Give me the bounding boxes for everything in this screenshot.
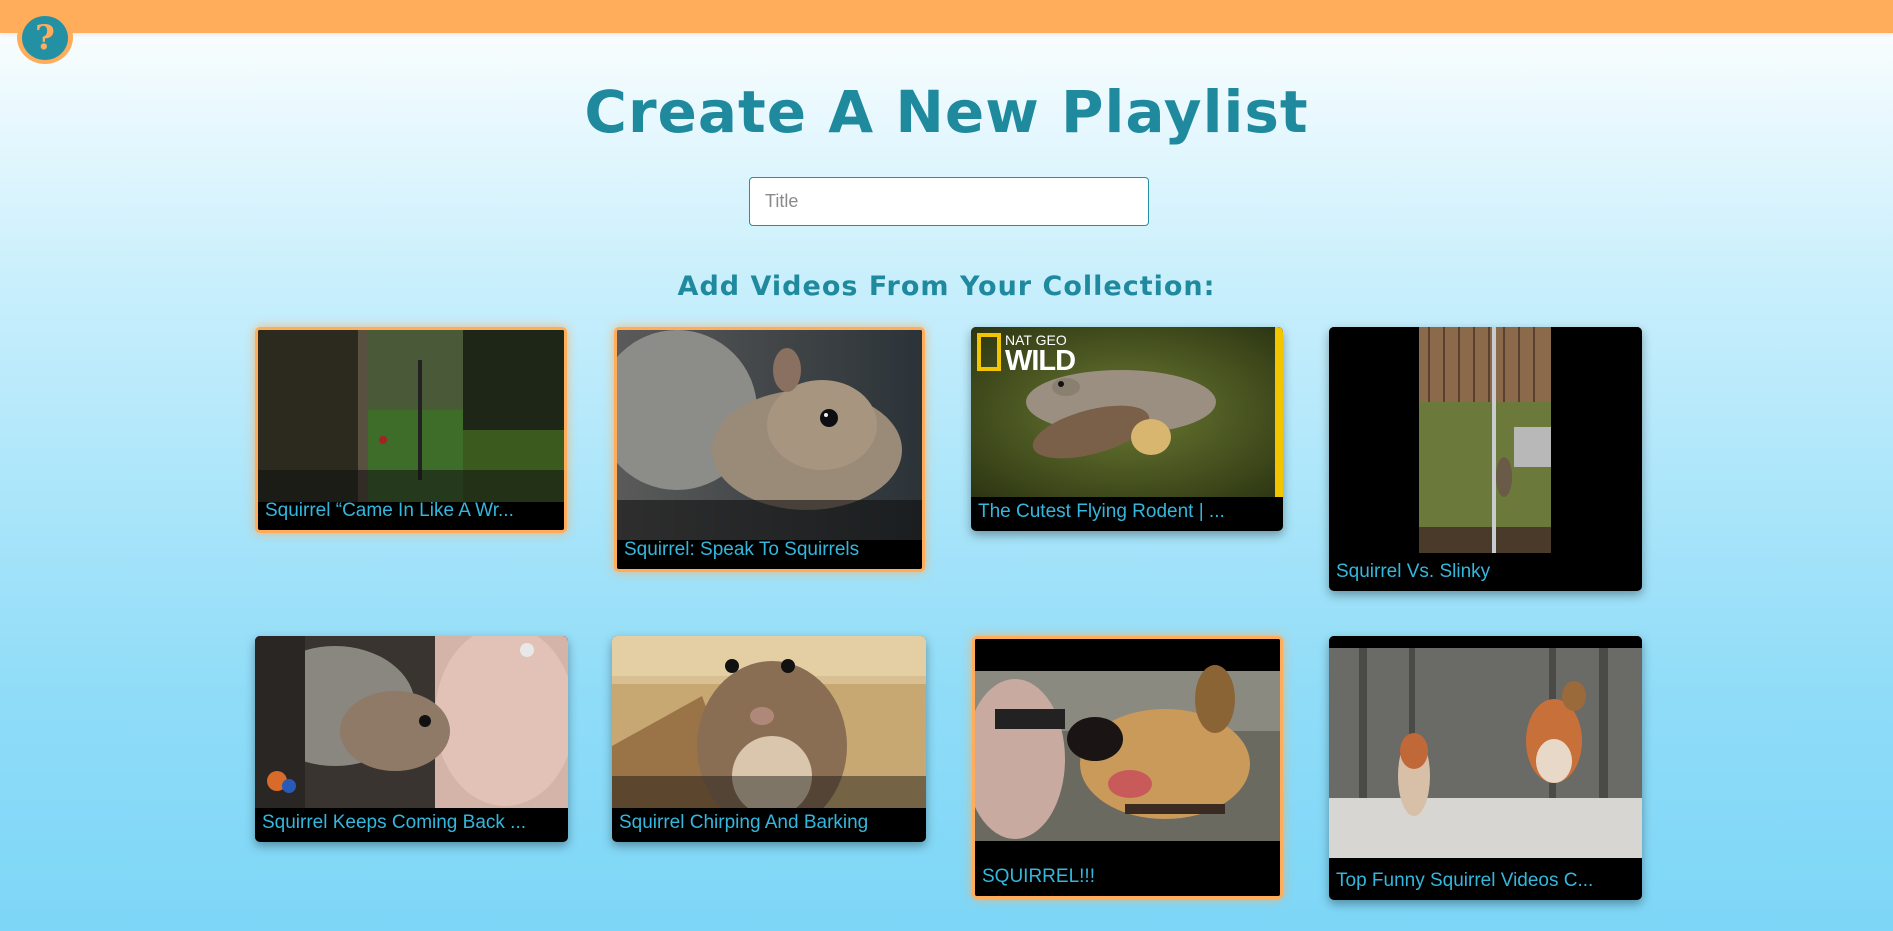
video-card[interactable]: Squirrel “Came In Like A Wr... <box>255 327 567 533</box>
page-title: Create A New Playlist <box>584 78 1309 146</box>
video-thumbnail <box>975 639 1280 866</box>
video-card[interactable]: NAT GEO WILD The Cutest Flying Rodent | … <box>971 327 1283 531</box>
question-mark-logo-icon: ? <box>22 15 68 60</box>
video-thumbnail: NAT GEO WILD <box>971 327 1283 497</box>
collection-subtitle: Add Videos From Your Collection: <box>677 271 1216 302</box>
video-title: Top Funny Squirrel Videos C... <box>1336 870 1594 891</box>
video-title: Squirrel “Came In Like A Wr... <box>265 500 514 521</box>
video-thumbnail <box>255 636 568 808</box>
top-bar <box>0 0 1893 33</box>
video-card[interactable]: Squirrel Keeps Coming Back ... <box>255 636 568 842</box>
brand-text-bottom: WILD <box>1005 345 1076 377</box>
video-title: Squirrel Keeps Coming Back ... <box>262 812 527 833</box>
playlist-title-input[interactable] <box>749 177 1149 226</box>
yellow-frame-icon <box>977 333 1001 371</box>
video-title: Squirrel: Speak To Squirrels <box>624 539 860 560</box>
video-thumbnail <box>612 636 926 808</box>
video-card[interactable]: Squirrel: Speak To Squirrels <box>614 327 925 572</box>
video-card[interactable]: Squirrel Chirping And Barking <box>612 636 926 842</box>
nat-geo-wild-logo: NAT GEO WILD <box>977 333 1076 377</box>
video-card[interactable]: Squirrel Vs. Slinky <box>1329 327 1642 591</box>
video-title: Squirrel Chirping And Barking <box>619 812 869 833</box>
video-thumbnail <box>258 330 564 502</box>
video-thumbnail <box>617 330 922 540</box>
video-thumbnail <box>1329 327 1642 553</box>
video-card[interactable]: Top Funny Squirrel Videos C... <box>1329 636 1642 900</box>
app-logo[interactable]: ? <box>17 11 73 64</box>
video-title: The Cutest Flying Rodent | ... <box>978 501 1225 522</box>
video-title: Squirrel Vs. Slinky <box>1336 561 1491 582</box>
video-title: SQUIRREL!!! <box>982 866 1095 887</box>
video-thumbnail <box>1329 636 1642 862</box>
video-card[interactable]: SQUIRREL!!! <box>972 636 1283 899</box>
